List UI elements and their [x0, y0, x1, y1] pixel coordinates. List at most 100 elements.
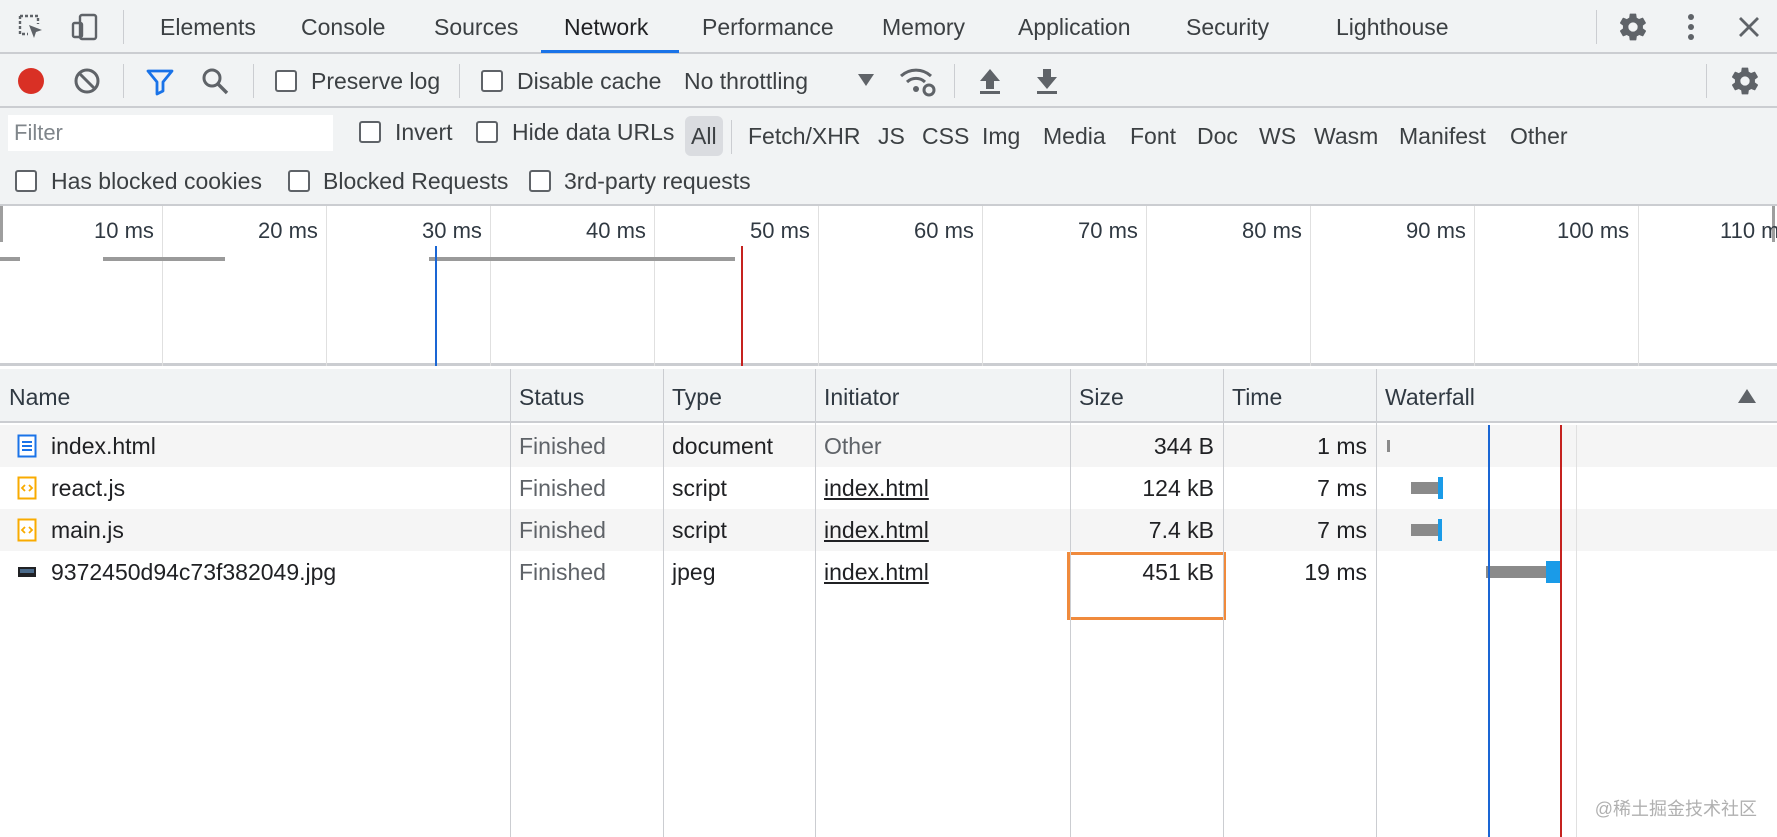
- column-divider[interactable]: [815, 369, 816, 837]
- tab-lighthouse[interactable]: Lighthouse: [1336, 0, 1449, 52]
- request-initiator-link[interactable]: index.html: [815, 467, 929, 509]
- tab-sources[interactable]: Sources: [434, 0, 518, 52]
- filter-type-other[interactable]: Other: [1510, 116, 1568, 156]
- gridline: [982, 206, 983, 366]
- column-divider[interactable]: [1376, 369, 1377, 837]
- filter-type-css[interactable]: CSS: [922, 116, 969, 156]
- preserve-log-checkbox[interactable]: [275, 70, 297, 92]
- column-divider[interactable]: [663, 369, 664, 837]
- filter-input[interactable]: [8, 115, 333, 151]
- request-name[interactable]: index.html: [42, 425, 156, 467]
- size-highlight-box: [1067, 552, 1226, 620]
- tab-security[interactable]: Security: [1186, 0, 1269, 52]
- clear-icon[interactable]: [70, 64, 104, 98]
- filter-type-img[interactable]: Img: [982, 116, 1020, 156]
- hide-data-urls-label: Hide data URLs: [512, 119, 675, 145]
- column-header-name[interactable]: Name: [0, 369, 70, 423]
- table-row[interactable]: 9372450d94c73f382049.jpg Finished jpeg i…: [0, 551, 1777, 593]
- network-settings-gear-icon[interactable]: [1726, 62, 1764, 100]
- more-options-icon[interactable]: [1672, 8, 1710, 46]
- sort-ascending-icon[interactable]: [1736, 385, 1758, 407]
- column-header-status[interactable]: Status: [510, 369, 584, 423]
- gridline: [654, 206, 655, 366]
- settings-gear-icon[interactable]: [1614, 8, 1652, 46]
- throttling-select[interactable]: No throttling: [684, 68, 808, 95]
- request-type: jpeg: [672, 559, 716, 585]
- close-icon[interactable]: [1730, 8, 1768, 46]
- request-time: 1 ms: [1317, 433, 1367, 459]
- filter-icon[interactable]: [143, 64, 177, 98]
- column-header-time[interactable]: Time: [1223, 369, 1282, 423]
- separator: [253, 64, 254, 98]
- filter-type-wasm[interactable]: Wasm: [1314, 116, 1378, 156]
- gridline: [162, 206, 163, 366]
- tab-memory[interactable]: Memory: [882, 0, 965, 52]
- invert-checkbox[interactable]: [359, 121, 381, 143]
- overview-left-handle[interactable]: [0, 206, 3, 242]
- hide-data-urls-checkbox[interactable]: [476, 121, 498, 143]
- waterfall-bar: [1411, 524, 1439, 536]
- request-initiator-link[interactable]: index.html: [815, 509, 929, 551]
- blocked-requests-checkbox[interactable]: [288, 170, 310, 192]
- tick-label: 10 ms: [94, 218, 154, 243]
- tick-label: 70 ms: [1078, 218, 1138, 243]
- disable-cache-label: Disable cache: [517, 68, 662, 94]
- column-header-size[interactable]: Size: [1070, 369, 1124, 423]
- column-header-waterfall[interactable]: Waterfall: [1376, 369, 1475, 423]
- network-overview-timeline[interactable]: 10 ms 20 ms 30 ms 40 ms 50 ms 60 ms 70 m…: [0, 206, 1777, 366]
- tab-console[interactable]: Console: [301, 0, 385, 52]
- column-divider[interactable]: [1070, 369, 1071, 837]
- column-divider[interactable]: [510, 369, 511, 837]
- separator: [1596, 10, 1597, 44]
- request-time: 7 ms: [1317, 517, 1367, 543]
- tab-application[interactable]: Application: [1018, 0, 1131, 52]
- gridline: [1146, 206, 1147, 366]
- network-conditions-icon[interactable]: [898, 62, 938, 100]
- request-name[interactable]: react.js: [42, 467, 125, 509]
- filter-type-media[interactable]: Media: [1043, 116, 1106, 156]
- request-name[interactable]: 9372450d94c73f382049.jpg: [42, 551, 336, 593]
- table-row[interactable]: react.js Finished script index.html 124 …: [0, 467, 1777, 509]
- filter-type-ws[interactable]: WS: [1259, 116, 1296, 156]
- load-event-marker: [1560, 425, 1562, 837]
- tab-network[interactable]: Network: [564, 0, 648, 52]
- image-icon: [16, 561, 38, 583]
- inspect-element-icon[interactable]: [14, 10, 48, 44]
- filter-type-manifest[interactable]: Manifest: [1399, 116, 1486, 156]
- request-status: Finished: [519, 517, 606, 543]
- filter-type-js[interactable]: JS: [878, 116, 905, 156]
- column-header-type[interactable]: Type: [663, 369, 722, 423]
- table-row[interactable]: index.html Finished document Other 344 B…: [0, 425, 1777, 467]
- column-divider[interactable]: [1223, 369, 1224, 837]
- request-name[interactable]: main.js: [42, 509, 124, 551]
- tab-elements[interactable]: Elements: [160, 0, 256, 52]
- request-initiator-link[interactable]: index.html: [815, 551, 929, 593]
- gridline: [326, 206, 327, 366]
- third-party-requests-checkbox[interactable]: [529, 170, 551, 192]
- filter-type-font[interactable]: Font: [1130, 116, 1176, 156]
- waterfall-gridline: [1576, 425, 1577, 837]
- request-size: 124 kB: [1142, 475, 1214, 501]
- filter-type-doc[interactable]: Doc: [1197, 116, 1238, 156]
- chevron-down-icon[interactable]: [854, 68, 878, 92]
- record-icon[interactable]: [14, 64, 48, 98]
- active-tab-indicator: [541, 50, 679, 53]
- tab-performance[interactable]: Performance: [702, 0, 834, 52]
- request-type: script: [672, 475, 727, 501]
- column-header-initiator[interactable]: Initiator: [815, 369, 899, 423]
- table-row[interactable]: main.js Finished script index.html 7.4 k…: [0, 509, 1777, 551]
- load-event-marker: [741, 246, 743, 366]
- search-icon[interactable]: [198, 64, 232, 98]
- disable-cache-checkbox[interactable]: [481, 70, 503, 92]
- import-har-icon[interactable]: [973, 64, 1007, 98]
- filter-type-all[interactable]: All: [685, 116, 723, 156]
- export-har-icon[interactable]: [1030, 64, 1064, 98]
- has-blocked-cookies-checkbox[interactable]: [15, 170, 37, 192]
- device-toolbar-icon[interactable]: [68, 10, 102, 44]
- waterfall-bar: [1486, 566, 1548, 578]
- separator: [954, 64, 955, 98]
- filter-type-fetch-xhr[interactable]: Fetch/XHR: [748, 116, 860, 156]
- script-icon: [16, 475, 38, 501]
- waterfall-download-bar: [1438, 519, 1442, 541]
- waterfall-bar: [1387, 440, 1390, 452]
